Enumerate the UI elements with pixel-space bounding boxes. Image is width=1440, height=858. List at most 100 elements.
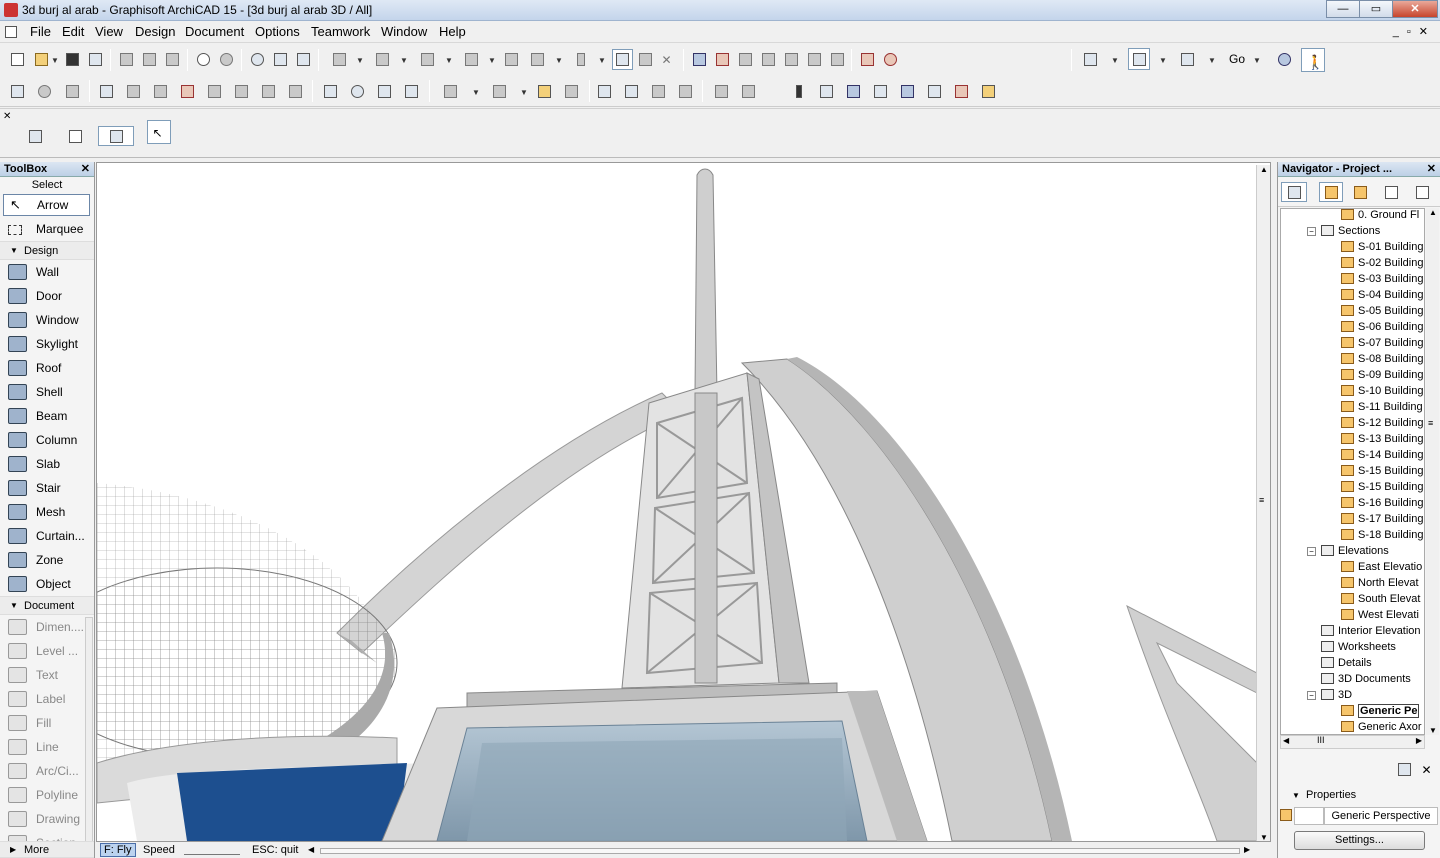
arc3d-icon[interactable]: [205, 82, 223, 100]
tool-fill[interactable]: Fill: [0, 711, 94, 735]
surface-icon[interactable]: [286, 82, 304, 100]
menu-help[interactable]: Help: [439, 24, 466, 39]
tool-level-dimension[interactable]: Level ...: [0, 639, 94, 663]
rect-selection-icon[interactable]: [66, 127, 84, 145]
tool-shell[interactable]: Shell: [0, 380, 94, 404]
layer-tool-icon[interactable]: [612, 49, 633, 70]
offset-icon[interactable]: [782, 50, 800, 68]
material-icon[interactable]: [844, 82, 862, 100]
viewport-vertical-scrollbar[interactable]: ▲ ≡ ▼: [1256, 165, 1270, 842]
tree-item[interactable]: East Elevatio: [1341, 559, 1422, 575]
cancel-icon[interactable]: ✕: [659, 50, 677, 68]
tree-item[interactable]: North Elevat: [1341, 575, 1419, 591]
display-order-icon[interactable]: [528, 50, 546, 68]
profile-icon[interactable]: [979, 82, 997, 100]
tree-item[interactable]: South Elevat: [1341, 591, 1420, 607]
open-icon[interactable]: [32, 50, 50, 68]
view-id-field[interactable]: [1294, 807, 1324, 825]
tree-item[interactable]: S-06 Building: [1341, 319, 1423, 335]
tree-expand-toggle[interactable]: −: [1307, 547, 1316, 556]
3d-viewport[interactable]: [36, 162, 1271, 842]
menu-teamwork[interactable]: Teamwork: [311, 24, 370, 39]
tree-expand-toggle[interactable]: −: [1307, 227, 1316, 236]
align-icon[interactable]: [418, 50, 436, 68]
render-icon[interactable]: [952, 82, 970, 100]
document-tools-scrollbar[interactable]: [85, 617, 93, 843]
cut-planes-icon[interactable]: [97, 82, 115, 100]
tool-skylight[interactable]: Skylight: [0, 332, 94, 356]
tool-text[interactable]: Text: [0, 663, 94, 687]
cut-icon[interactable]: [117, 50, 135, 68]
fillet-icon[interactable]: [759, 50, 777, 68]
intersect-icon[interactable]: [736, 50, 754, 68]
redo-icon[interactable]: [217, 50, 235, 68]
tool-arrow[interactable]: ↖ Arrow: [3, 194, 90, 216]
fit-window-icon[interactable]: [8, 82, 26, 100]
door-place-icon[interactable]: [622, 82, 640, 100]
tree-item[interactable]: 3D Documents: [1321, 671, 1411, 687]
tree-item[interactable]: S-08 Building: [1341, 351, 1423, 367]
viewport-horizontal-scrollbar[interactable]: [320, 848, 1240, 854]
bucket-icon[interactable]: [898, 82, 916, 100]
tree-item[interactable]: S-14 Building: [1341, 447, 1423, 463]
globe-icon[interactable]: [1275, 50, 1293, 68]
tool-drawing[interactable]: Drawing: [0, 807, 94, 831]
group-icon[interactable]: [502, 50, 520, 68]
tool-dimension[interactable]: Dimen....: [0, 615, 94, 639]
close-button[interactable]: ✕: [1392, 0, 1438, 18]
adjust3d-icon[interactable]: [178, 82, 196, 100]
layer-down-icon[interactable]: [739, 82, 757, 100]
publisher-sets-icon[interactable]: [1413, 183, 1431, 201]
adjust-icon[interactable]: [713, 50, 731, 68]
zoom-in-icon[interactable]: [35, 82, 53, 100]
tree-item[interactable]: S-15 Building: [1341, 463, 1423, 479]
print-icon[interactable]: [86, 50, 104, 68]
trim-icon[interactable]: [373, 50, 391, 68]
tool-object[interactable]: Object: [0, 572, 94, 596]
tool-door[interactable]: Door: [0, 284, 94, 308]
explode-icon[interactable]: [881, 50, 899, 68]
tree-item[interactable]: S-10 Building: [1341, 383, 1423, 399]
tree-item[interactable]: − Sections: [1307, 223, 1380, 239]
tree-item[interactable]: West Elevati: [1341, 607, 1419, 623]
tree-expand-toggle[interactable]: −: [1307, 691, 1316, 700]
elevate-icon[interactable]: [441, 82, 459, 100]
layout-icon[interactable]: [1178, 50, 1196, 68]
extrude-icon[interactable]: [259, 82, 277, 100]
walk-icon[interactable]: 🚶: [1301, 48, 1325, 72]
mdi-controls[interactable]: _▫✕: [1393, 25, 1436, 38]
tree-item[interactable]: S-18 Building: [1341, 527, 1423, 543]
tool-marquee[interactable]: Marquee: [0, 217, 94, 241]
house-icon[interactable]: [595, 82, 613, 100]
infobox-close-icon[interactable]: ✕: [3, 111, 11, 122]
paste-icon[interactable]: [163, 50, 181, 68]
tree-item[interactable]: S-07 Building: [1341, 335, 1423, 351]
tool-slab[interactable]: Slab: [0, 452, 94, 476]
tool-arc-circle[interactable]: Arc/Ci...: [0, 759, 94, 783]
toolbox-close-icon[interactable]: ✕: [81, 162, 90, 176]
pan-icon[interactable]: [490, 82, 508, 100]
box-icon[interactable]: [124, 82, 142, 100]
maximize-button[interactable]: ▭: [1359, 0, 1393, 18]
tree-item[interactable]: S-17 Building: [1341, 511, 1423, 527]
layer-up-icon[interactable]: [712, 82, 730, 100]
solid-ops-icon[interactable]: [858, 50, 876, 68]
tool-curtain-wall[interactable]: Curtain...: [0, 524, 94, 548]
tool-stair[interactable]: Stair: [0, 476, 94, 500]
new-icon[interactable]: [8, 50, 26, 68]
new-view-icon[interactable]: [1395, 760, 1413, 778]
scatter-icon[interactable]: [676, 82, 694, 100]
floor-plan-icon[interactable]: [1081, 50, 1099, 68]
delete-view-icon[interactable]: ✕: [1419, 760, 1437, 778]
tree-item[interactable]: S-16 Building: [1341, 495, 1423, 511]
copy3d-icon[interactable]: [562, 82, 580, 100]
menu-edit[interactable]: Edit: [62, 24, 84, 39]
menu-design[interactable]: Design: [135, 24, 175, 39]
split-icon[interactable]: [690, 50, 708, 68]
menu-document[interactable]: Document: [185, 24, 244, 39]
menu-view[interactable]: View: [95, 24, 123, 39]
eyedropper-icon[interactable]: [271, 50, 289, 68]
pointer-icon[interactable]: ↖: [147, 120, 171, 144]
tool-wall[interactable]: Wall: [0, 260, 94, 284]
view-map-icon[interactable]: [1351, 183, 1369, 201]
